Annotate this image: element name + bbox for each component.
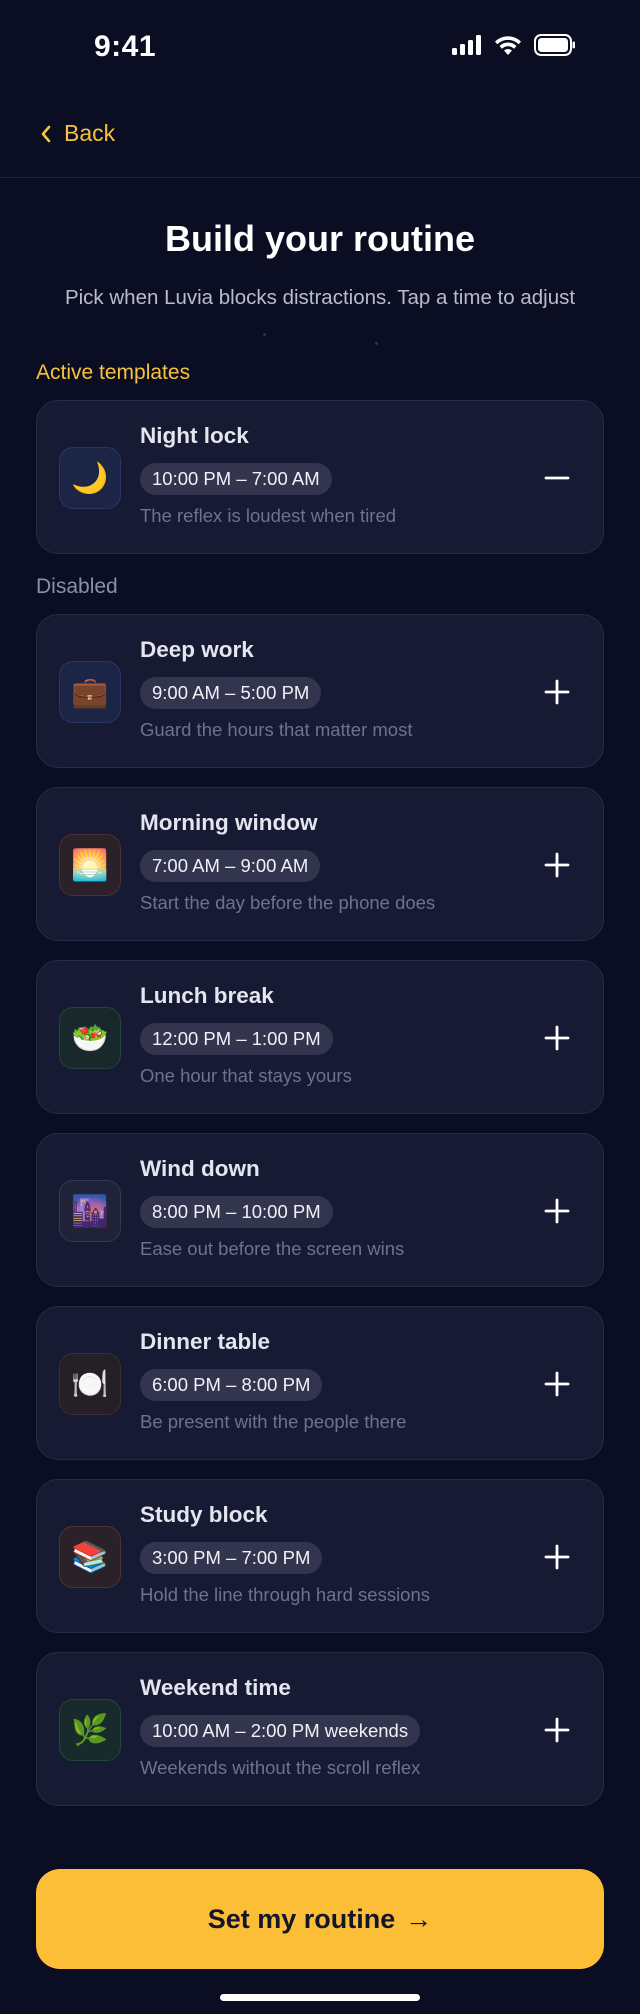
plate-cutlery-icon: 🍽️ [59,1353,121,1415]
add-template-button[interactable] [527,1700,587,1760]
books-icon: 📚 [59,1526,121,1588]
plus-icon [544,1544,570,1570]
template-card[interactable]: 🌿 Weekend time 10:00 AM – 2:00 PM weekends… [36,1652,604,1806]
add-template-button[interactable] [527,1527,587,1587]
template-card[interactable]: 📚 Study block 3:00 PM – 7:00 PM Hold the li… [36,1479,604,1633]
plus-icon [544,1198,570,1224]
template-card[interactable]: 💼 Deep work 9:00 AM – 5:00 PM Guard the hou… [36,614,604,768]
time-range-pill[interactable]: 6:00 PM – 8:00 PM [140,1369,323,1401]
back-label: Back [64,120,116,146]
briefcase-icon: 💼 [59,661,121,723]
template-card[interactable]: 🌅 Morning window 7:00 AM – 9:00 AM Start th… [36,787,604,941]
add-template-button[interactable] [527,835,587,895]
template-description: Ease out before the screen wins [140,1238,405,1259]
remove-template-button[interactable] [527,448,587,508]
template-name: Dinner table [140,1329,271,1354]
time-range-pill[interactable]: 8:00 PM – 10:00 PM [140,1196,333,1228]
page-title: Build your routine [165,218,475,259]
template-description: Hold the line through hard sessions [140,1584,431,1605]
decorative-dot [263,333,266,336]
home-indicator [220,1994,420,2001]
time-range-pill[interactable]: 12:00 PM – 1:00 PM [140,1023,333,1055]
plus-icon [544,852,570,878]
template-name: Weekend time [140,1675,291,1700]
time-range-pill[interactable]: 10:00 PM – 7:00 AM [140,463,332,495]
time-range-pill[interactable]: 9:00 AM – 5:00 PM [140,677,322,709]
template-description: Start the day before the phone does [140,892,436,913]
back-button[interactable]: Back [40,120,115,147]
template-name: Wind down [140,1156,260,1181]
status-icons [452,34,576,56]
decorative-dot [375,342,378,345]
page-subtitle: Pick when Luvia blocks distractions. Tap… [64,286,576,309]
chevron-left-icon [41,125,51,142]
add-template-button[interactable] [527,1181,587,1241]
template-description: The reflex is loudest when tired [140,505,397,526]
nav-bar: Back [0,96,640,178]
arrow-right-icon: → [405,1903,433,1934]
template-description: One hour that stays yours [140,1065,352,1086]
template-name: Lunch break [140,983,274,1008]
template-card[interactable]: 🌙 Night lock 10:00 PM – 7:00 AM The reflex … [36,400,604,554]
template-name: Night lock [140,423,249,448]
template-name: Morning window [140,810,318,835]
template-name: Study block [140,1502,268,1527]
wifi-icon [495,35,521,55]
cellular-signal-icon [452,35,481,55]
template-card[interactable]: 🍽️ Dinner table 6:00 PM – 8:00 PM Be presen… [36,1306,604,1460]
set-routine-button[interactable]: Set my routine → [36,1869,604,1969]
plus-icon [544,1371,570,1397]
status-bar: 9:41 [0,0,640,96]
template-name: Deep work [140,637,254,662]
add-template-button[interactable] [527,1008,587,1068]
time-range-pill[interactable]: 7:00 AM – 9:00 AM [140,850,321,882]
time-range-pill[interactable]: 10:00 AM – 2:00 PM weekends [140,1715,421,1747]
template-description: Be present with the people there [140,1411,407,1432]
section-label-disabled: Disabled [36,575,118,598]
sunrise-icon: 🌅 [59,834,121,896]
herb-icon: 🌿 [59,1699,121,1761]
status-time: 9:41 [94,30,157,63]
template-card[interactable]: 🥗 Lunch break 12:00 PM – 1:00 PM One hour t… [36,960,604,1114]
time-range-pill[interactable]: 3:00 PM – 7:00 PM [140,1542,323,1574]
moon-icon: 🌙 [59,447,121,509]
template-card[interactable]: 🌆 Wind down 8:00 PM – 10:00 PM Ease out bef… [36,1133,604,1287]
set-routine-label: Set my routine [207,1903,396,1934]
template-description: Weekends without the scroll reflex [140,1757,421,1778]
add-template-button[interactable] [527,1354,587,1414]
minus-icon [544,476,570,480]
add-template-button[interactable] [527,662,587,722]
section-label-active: Active templates [36,361,191,384]
salad-icon: 🥗 [59,1007,121,1069]
plus-icon [544,1025,570,1051]
template-description: Guard the hours that matter most [140,719,413,740]
plus-icon [544,679,570,705]
city-dusk-icon: 🌆 [59,1180,121,1242]
battery-icon [534,34,575,56]
plus-icon [544,1717,570,1743]
